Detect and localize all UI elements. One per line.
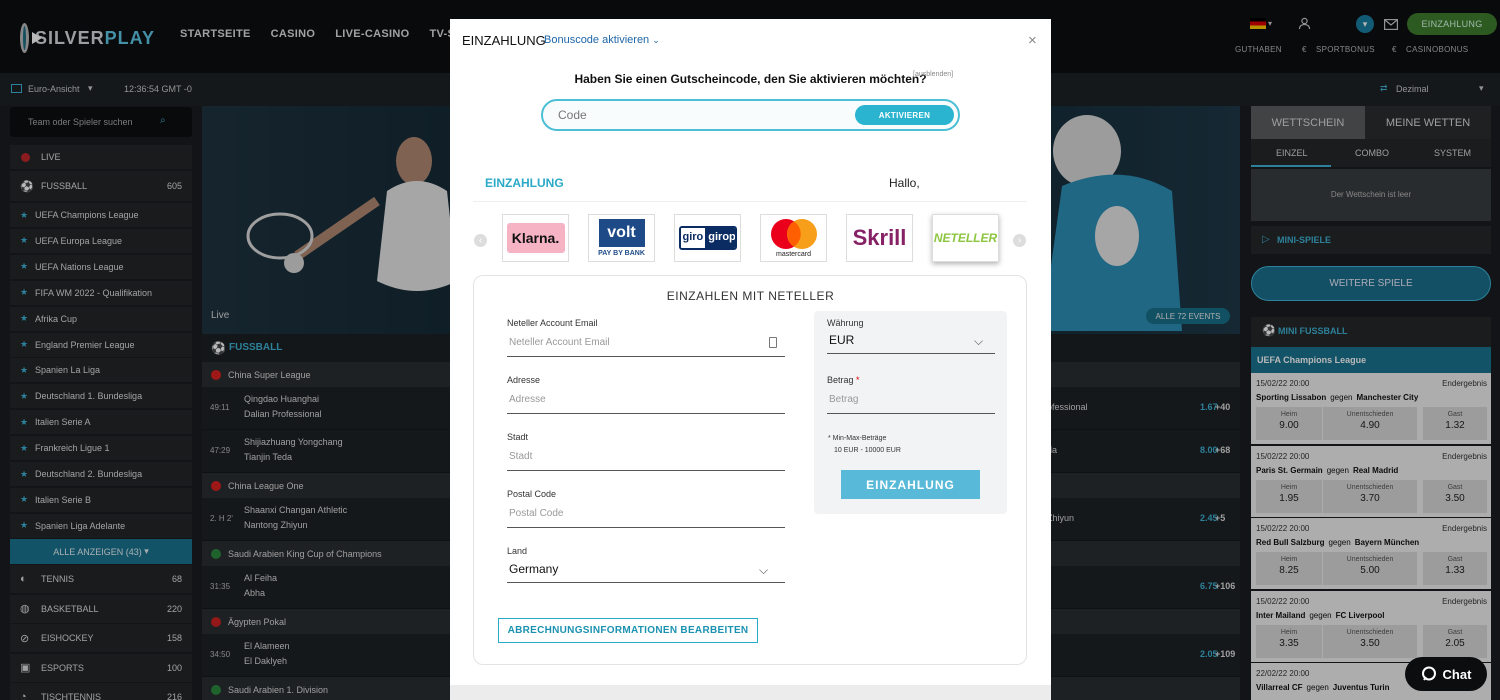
postal-label: Postal Code — [507, 489, 557, 499]
modal-footer — [450, 685, 1051, 700]
country-select[interactable]: Germany — [507, 561, 785, 583]
payment-method-neteller[interactable]: NETELLER — [932, 214, 999, 262]
amount-field[interactable]: Betrag — [827, 392, 995, 414]
email-placeholder: Neteller Account Email — [509, 337, 610, 348]
form-title: EINZAHLEN MIT NETELLER — [666, 289, 835, 303]
code-placeholder: Code — [558, 108, 587, 122]
email-field[interactable]: Neteller Account Email — [507, 335, 785, 357]
payment-method-volt[interactable]: volt PAY BY BANK — [588, 214, 655, 262]
email-label: Neteller Account Email — [507, 318, 598, 328]
giropay-text: giropay — [705, 228, 735, 248]
minmax-value: 10 EUR - 10000 EUR — [834, 447, 901, 454]
currency-value: EUR — [829, 333, 855, 347]
skrill-logo: Skrill — [852, 225, 907, 250]
required-mark: * — [856, 375, 860, 385]
bonus-code-link-label: Bonuscode aktivieren — [544, 34, 650, 46]
amount-label-text: Betrag — [827, 375, 854, 385]
voucher-question: Haben Sie einen Gutscheincode, den Sie a… — [574, 72, 927, 86]
autofill-icon — [769, 337, 777, 348]
currency-select[interactable]: EUR — [827, 332, 995, 354]
payment-method-mastercard[interactable]: mastercard — [760, 214, 827, 262]
edit-billing-button[interactable]: ABRECHNUNGSINFORMATIONEN BEARBEITEN — [498, 618, 758, 643]
giropay-logo: girogiropay — [678, 226, 737, 250]
city-field[interactable]: Stadt — [507, 449, 785, 471]
city-label: Stadt — [507, 432, 529, 442]
amount-placeholder: Betrag — [829, 394, 859, 405]
address-label: Adresse — [507, 375, 541, 385]
greeting: Hallo, — [889, 176, 920, 190]
activate-button[interactable]: AKTIVIEREN — [855, 105, 954, 125]
close-icon[interactable]: × — [1028, 32, 1037, 49]
neteller-logo: NETELLER — [933, 231, 998, 245]
chevron-down-icon: ⌵ — [759, 563, 769, 577]
chevron-down-icon: ⌄ — [652, 35, 660, 45]
chat-bubble-icon — [1421, 666, 1436, 681]
chevron-down-icon: ⌵ — [974, 334, 984, 348]
minmax-label: * Min-Max-Beträge — [828, 435, 887, 442]
modal-title: EINZAHLUNG — [462, 33, 546, 48]
city-placeholder: Stadt — [509, 451, 533, 462]
payment-method-klarna[interactable]: Klarna. — [502, 214, 569, 262]
currency-label: Währung — [827, 318, 864, 328]
address-field[interactable]: Adresse — [507, 392, 785, 414]
deposit-heading: EINZAHLUNG — [485, 176, 564, 190]
payment-prev-icon[interactable]: ‹ — [474, 234, 487, 247]
deposit-modal: EINZAHLUNG Bonuscode aktivieren ⌄ × Habe… — [450, 19, 1051, 700]
chat-button[interactable]: Chat — [1405, 657, 1487, 691]
postal-field[interactable]: Postal Code — [507, 506, 785, 528]
divider — [473, 201, 1027, 202]
bonus-code-link[interactable]: Bonuscode aktivieren ⌄ — [544, 34, 660, 46]
payment-method-skrill[interactable]: Skrill — [846, 214, 913, 262]
country-value: Germany — [509, 562, 559, 576]
amount-label: Betrag * — [827, 375, 860, 385]
submit-deposit-button[interactable]: EINZAHLUNG — [841, 470, 980, 499]
mastercard-icon — [770, 219, 817, 249]
klarna-logo: Klarna. — [506, 223, 565, 253]
chat-label: Chat — [1442, 666, 1472, 682]
mastercard-text: mastercard — [775, 251, 811, 258]
payment-next-icon[interactable]: › — [1013, 234, 1026, 247]
volt-logo: volt — [598, 219, 645, 247]
volt-sub: PAY BY BANK — [598, 250, 645, 257]
country-label: Land — [507, 546, 528, 556]
address-placeholder: Adresse — [509, 394, 546, 405]
payment-method-giropay[interactable]: girogiropay — [674, 214, 741, 262]
postal-placeholder: Postal Code — [509, 508, 564, 519]
voucher-hide-link[interactable]: [ausblenden] — [913, 71, 953, 78]
